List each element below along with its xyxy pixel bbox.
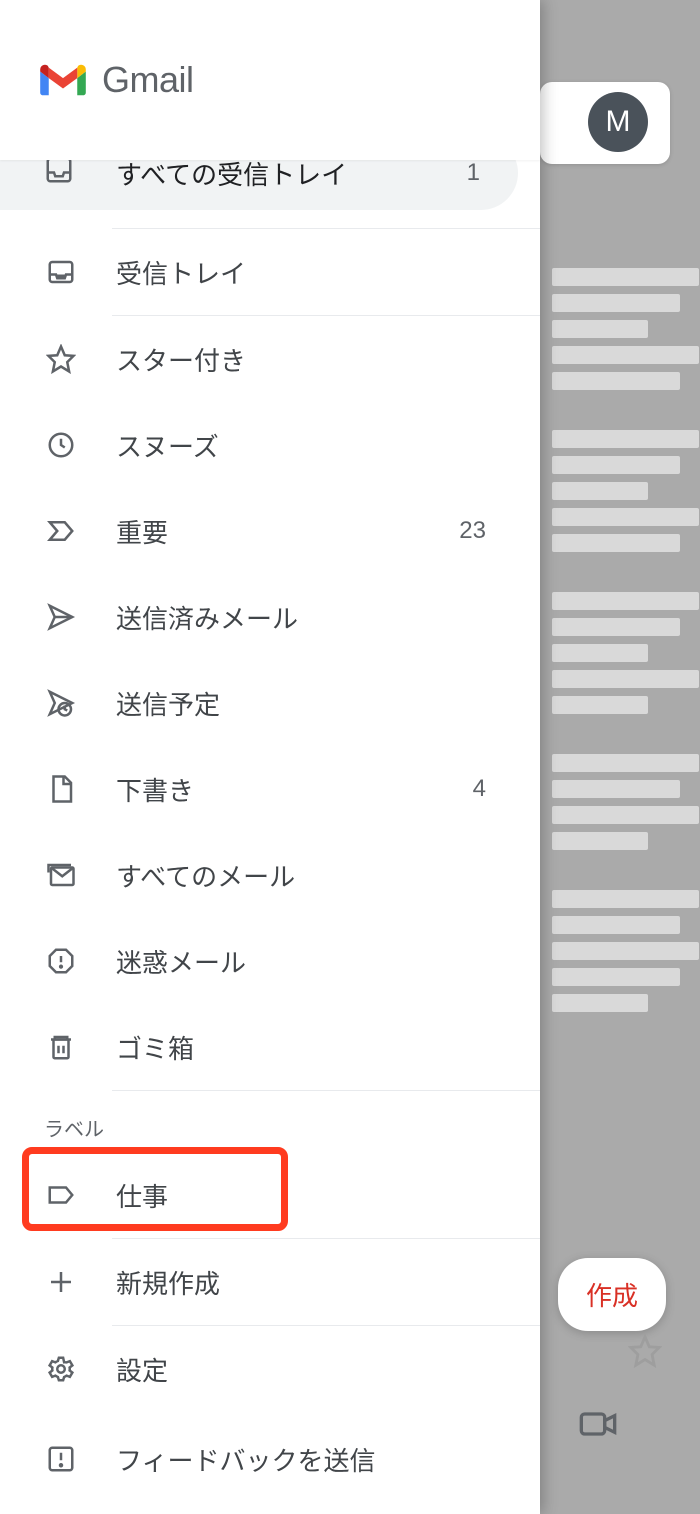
sidebar-item-starred[interactable]: スター付き	[0, 316, 540, 402]
feedback-icon	[44, 1444, 78, 1474]
video-icon[interactable]	[578, 1404, 618, 1449]
draft-icon	[44, 774, 78, 804]
sidebar-item-label: フィードバックを送信	[116, 1441, 375, 1478]
sidebar-item-scheduled[interactable]: 送信予定	[0, 660, 540, 746]
sidebar-item-inbox[interactable]: 受信トレイ	[0, 229, 540, 315]
sidebar-item-sent[interactable]: 送信済みメール	[0, 574, 540, 660]
spam-icon	[44, 946, 78, 976]
sidebar-item-drafts[interactable]: 下書き 4	[0, 746, 540, 832]
compose-button[interactable]: 作成	[558, 1258, 666, 1331]
sidebar-item-label: 新規作成	[116, 1264, 220, 1301]
sidebar-feedback[interactable]: フィードバックを送信	[0, 1416, 540, 1502]
sidebar-label-work[interactable]: 仕事	[0, 1152, 540, 1238]
navigation-drawer: Gmail すべての受信トレイ 1 受信トレイ	[0, 0, 540, 1514]
label-icon	[44, 1180, 78, 1210]
all-inboxes-icon	[44, 155, 78, 192]
trash-icon	[44, 1032, 78, 1062]
sidebar-item-label: 送信予定	[116, 685, 220, 722]
send-icon	[44, 602, 78, 632]
drawer-scroll[interactable]: すべての受信トレイ 1 受信トレイ スター付き スヌーズ	[0, 148, 540, 1514]
sidebar-item-label: スヌーズ	[116, 427, 219, 464]
sidebar-item-count: 23	[459, 517, 508, 545]
sidebar-item-label: 仕事	[116, 1177, 168, 1214]
labels-section-header: ラベル	[0, 1091, 540, 1152]
avatar-initial: M	[606, 105, 631, 139]
sidebar-item-label: すべてのメール	[116, 857, 295, 894]
obscured-mail-list	[540, 260, 700, 1020]
sidebar-item-label: すべての受信トレイ	[116, 155, 347, 192]
allmail-icon	[44, 860, 78, 890]
sidebar-item-label: 重要	[116, 513, 168, 550]
sidebar-item-label: 受信トレイ	[116, 254, 246, 291]
sidebar-item-important[interactable]: 重要 23	[0, 488, 540, 574]
star-icon	[44, 344, 78, 374]
plus-icon	[44, 1267, 78, 1297]
clock-icon	[44, 430, 78, 460]
sidebar-create-label[interactable]: 新規作成	[0, 1239, 540, 1325]
compose-label-fragment: 作成	[586, 1281, 638, 1311]
sidebar-item-label: スター付き	[116, 341, 246, 378]
gear-icon	[44, 1354, 78, 1384]
star-icon[interactable]	[628, 1334, 662, 1373]
inbox-icon	[44, 257, 78, 287]
sidebar-settings[interactable]: 設定	[0, 1326, 540, 1412]
sidebar-item-count: 1	[467, 159, 480, 187]
important-icon	[44, 516, 78, 546]
gmail-logo[interactable]: Gmail	[38, 59, 194, 101]
app-title: Gmail	[102, 59, 194, 101]
sidebar-item-label: 迷惑メール	[116, 943, 246, 980]
sidebar-item-allmail[interactable]: すべてのメール	[0, 832, 540, 918]
sidebar-item-label: 下書き	[116, 771, 194, 808]
sidebar-item-label: 送信済みメール	[116, 599, 298, 636]
sidebar-item-snoozed[interactable]: スヌーズ	[0, 402, 540, 488]
sidebar-item-spam[interactable]: 迷惑メール	[0, 918, 540, 1004]
account-avatar[interactable]: M	[588, 92, 648, 152]
sidebar-item-label: ゴミ箱	[116, 1029, 194, 1066]
gmail-m-icon	[38, 61, 88, 99]
drawer-header: Gmail	[0, 0, 540, 160]
sidebar-item-count: 4	[473, 775, 508, 803]
scheduled-send-icon	[44, 688, 78, 718]
sidebar-item-label: 設定	[116, 1351, 168, 1388]
sidebar-item-trash[interactable]: ゴミ箱	[0, 1004, 540, 1090]
